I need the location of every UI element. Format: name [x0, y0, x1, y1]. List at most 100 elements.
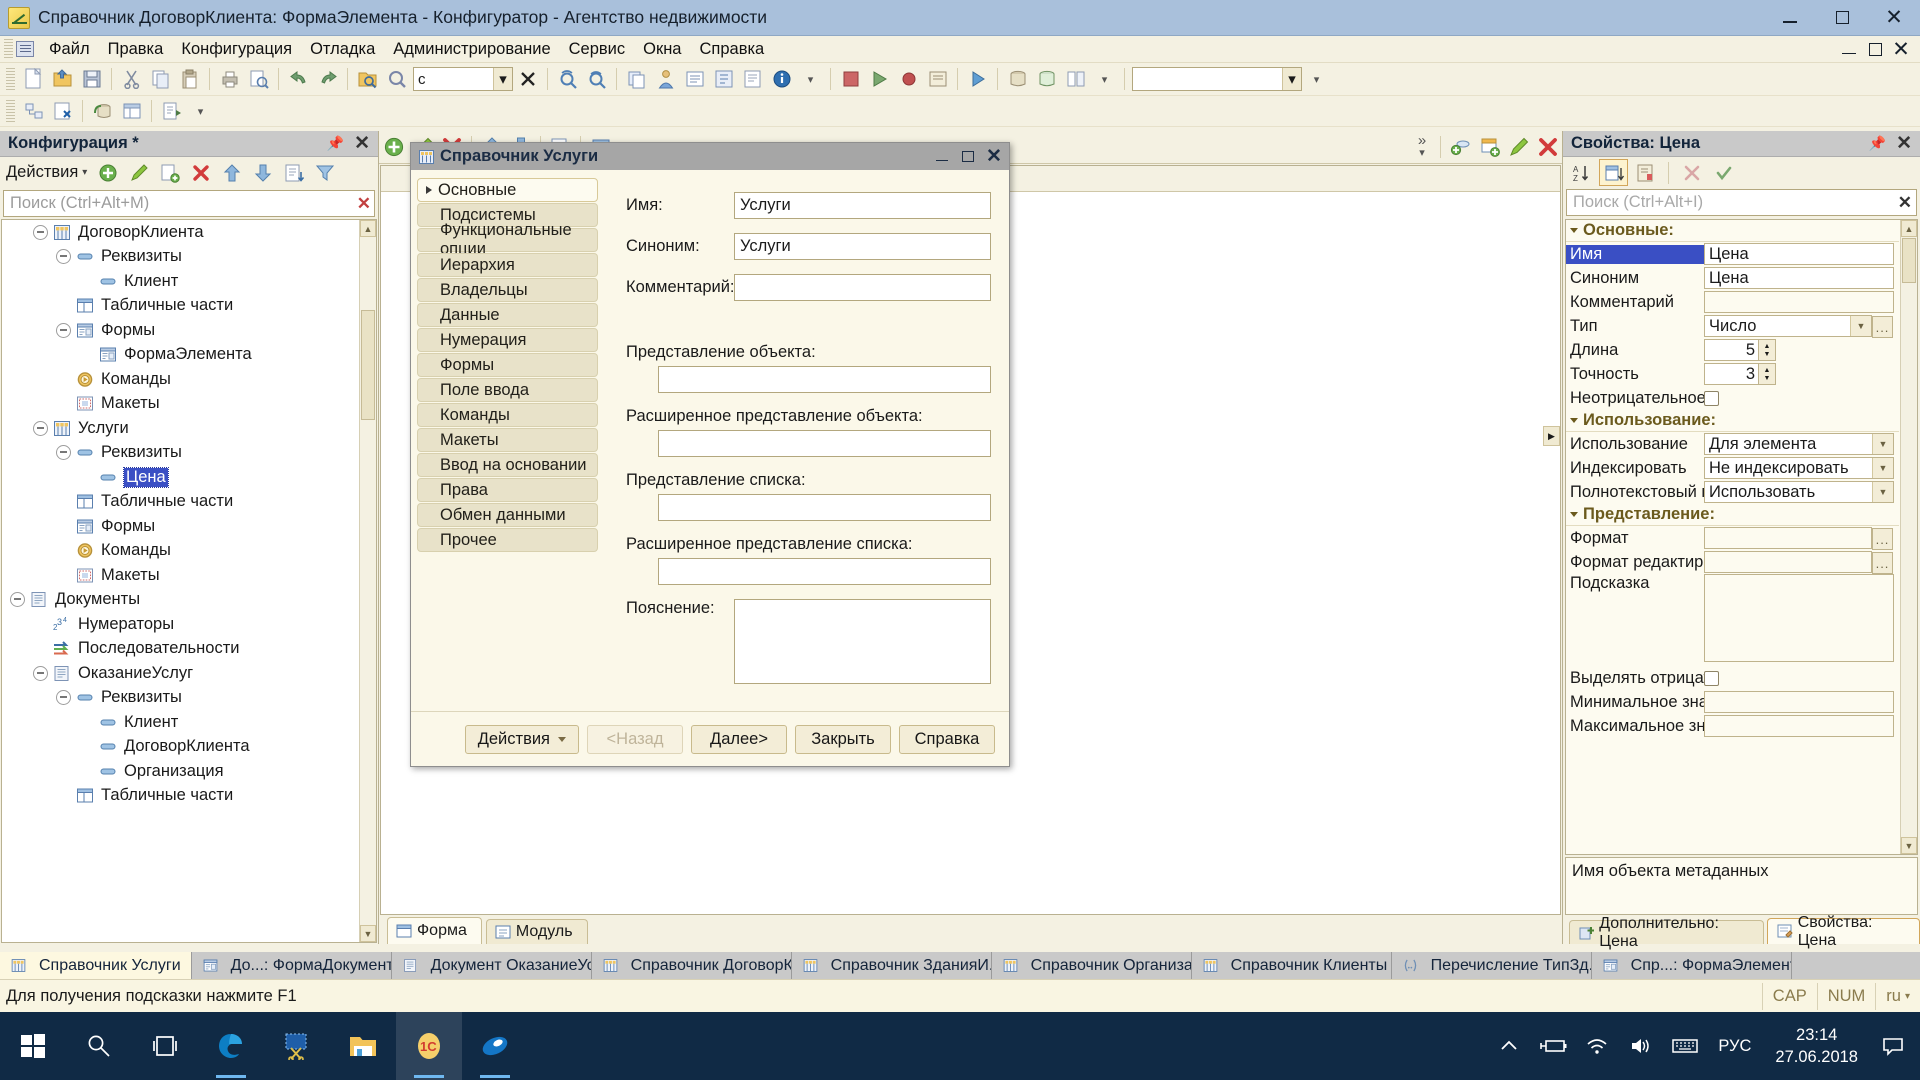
tree-collapse-icon[interactable] — [56, 690, 71, 706]
property-row[interactable]: Максимальное значение — [1566, 714, 1899, 738]
property-spinner[interactable]: 5 ▲ ▼ — [1704, 339, 1776, 361]
dialog-close-button[interactable]: ✕ — [981, 144, 1007, 169]
attribute-edit-icon[interactable] — [1504, 134, 1533, 161]
show-all-properties-icon[interactable] — [1631, 159, 1660, 186]
new-file-icon[interactable] — [19, 66, 48, 93]
close-button[interactable]: ✕ — [1868, 0, 1920, 36]
properties-scrollbar[interactable]: ▲ ▼ — [1900, 220, 1917, 854]
clear-search-icon[interactable] — [513, 66, 542, 93]
menu-item-configuration[interactable]: Конфигурация — [172, 37, 301, 62]
tree-item-табличные-части[interactable]: Табличные части — [2, 784, 376, 809]
function-combo-arrow[interactable]: ▾ — [1282, 68, 1301, 90]
attribute-delete-icon[interactable] — [1533, 134, 1562, 161]
property-row[interactable]: Подсказка — [1566, 574, 1899, 666]
window-tab[interactable]: Справочник Услуги — [0, 952, 192, 979]
dialog-minimize-button[interactable] — [929, 144, 955, 169]
editor-toolbar-overflow-icon[interactable]: » ▾ — [1409, 132, 1435, 162]
properties-group-header[interactable]: Представление: — [1566, 504, 1899, 526]
configuration-tree-scrollbar[interactable]: ▲ ▼ — [359, 220, 376, 942]
snipping-tool-button[interactable] — [264, 1012, 330, 1080]
property-row[interactable]: Комментарий — [1566, 290, 1899, 314]
tree-item-услуги[interactable]: Услуги — [2, 416, 376, 441]
pin-icon[interactable]: 📌 — [327, 135, 344, 152]
property-value[interactable]: ... — [1704, 527, 1893, 550]
dialog-close-action-button[interactable]: Закрыть — [795, 724, 891, 754]
copy-selection-icon[interactable] — [622, 66, 651, 93]
find-previous-icon[interactable] — [553, 66, 582, 93]
menu-item-service[interactable]: Сервис — [560, 37, 635, 62]
property-row[interactable]: Полнотекстовый поискИспользовать▼ — [1566, 480, 1899, 504]
run-doc-dropdown-icon[interactable]: ▾ — [186, 98, 215, 125]
field-list-representation-input[interactable] — [658, 494, 991, 521]
property-value[interactable] — [1704, 715, 1894, 737]
tree-scroll-up-icon[interactable]: ▲ — [360, 220, 376, 237]
dialog-nav-данные[interactable]: Данные — [417, 303, 598, 327]
tree-item-клиент[interactable]: Клиент — [2, 269, 376, 294]
tab-module[interactable]: Модуль — [485, 919, 588, 944]
delete-object-icon[interactable] — [48, 98, 77, 125]
configuration-search-input[interactable]: Поиск (Ctrl+Alt+M) ✕ — [3, 190, 375, 217]
configuration-search-clear-icon[interactable]: ✕ — [357, 194, 371, 214]
tree-item-табличные-части[interactable]: Табличные части — [2, 294, 376, 319]
menu-grip[interactable] — [4, 39, 13, 59]
tree-item-цена[interactable]: Цена — [2, 465, 376, 490]
print-icon[interactable] — [215, 66, 244, 93]
tab-properties[interactable]: Свойства: Цена — [1767, 914, 1920, 949]
window-tab[interactable]: Документ ОказаниеУс... — [392, 952, 592, 979]
configuration-tree[interactable]: ДоговорКлиента Реквизиты Клиент Табличные ч… — [1, 219, 377, 943]
mdi-restore-button[interactable] — [1862, 37, 1888, 61]
property-row[interactable]: Выделять отрицательные — [1566, 666, 1899, 690]
taskbar-search-button[interactable] — [66, 1012, 132, 1080]
tabular-add-icon[interactable] — [1475, 134, 1504, 161]
window-tab[interactable]: Справочник Организа... — [992, 952, 1192, 979]
window-tab[interactable]: Перечисление ТипЗд... — [1392, 952, 1592, 979]
status-language-indicator[interactable]: ru ▾ — [1875, 982, 1920, 1010]
print-preview-icon[interactable] — [244, 66, 273, 93]
secondary-toolbar-grip[interactable] — [6, 100, 15, 122]
window-tab[interactable]: Спр...: ФормаЭлемента — [1592, 952, 1792, 979]
breakpoint-icon[interactable] — [894, 66, 923, 93]
cancel-edit-icon[interactable] — [1677, 159, 1706, 186]
search-icon[interactable] — [382, 66, 411, 93]
dialog-nav-основные[interactable]: Основные — [417, 178, 598, 202]
restore-db-icon[interactable] — [88, 98, 117, 125]
property-spinner-buttons[interactable]: ▲ ▼ — [1759, 363, 1776, 385]
taskbar-clock[interactable]: 23:14 27.06.2018 — [1763, 1024, 1870, 1069]
property-value[interactable]: Цена — [1704, 267, 1894, 289]
syntax-helper-icon[interactable] — [709, 66, 738, 93]
wifi-icon[interactable] — [1576, 1012, 1618, 1080]
field-comment-input[interactable] — [734, 274, 991, 301]
dialog-next-button[interactable]: Далее> — [691, 724, 787, 754]
property-spinner-value[interactable]: 5 — [1704, 339, 1759, 361]
dialog-nav-владельцы[interactable]: Владельцы — [417, 278, 598, 302]
tree-item-последовательности[interactable]: Последовательности — [2, 637, 376, 662]
property-ellipsis-button[interactable]: ... — [1872, 316, 1893, 338]
tree-collapse-icon[interactable] — [33, 420, 48, 436]
tree-item-договорклиента[interactable]: ДоговорКлиента — [2, 220, 376, 245]
find-next-icon[interactable] — [582, 66, 611, 93]
config-tree-icon[interactable] — [680, 66, 709, 93]
tree-item-организация[interactable]: Организация — [2, 759, 376, 784]
editor-grid-scroll-right-icon[interactable]: ▶ — [1543, 426, 1560, 446]
dialog-nav-поле-ввода[interactable]: Поле ввода — [417, 378, 598, 402]
copy-icon[interactable] — [146, 66, 175, 93]
properties-scroll-up-icon[interactable]: ▲ — [1901, 220, 1917, 237]
dialog-nav-макеты[interactable]: Макеты — [417, 428, 598, 452]
taskbar-language[interactable]: РУС — [1708, 1037, 1761, 1056]
cut-icon[interactable] — [117, 66, 146, 93]
notifications-icon[interactable] — [1872, 1012, 1914, 1080]
window-tab[interactable]: До...: ФормаДокумента — [192, 952, 392, 979]
tree-item-команды[interactable]: Команды — [2, 367, 376, 392]
dialog-actions-button[interactable]: Действия — [464, 724, 579, 754]
tree-collapse-icon[interactable] — [33, 224, 48, 240]
property-ellipsis-button[interactable]: ... — [1872, 528, 1893, 550]
tree-item-макеты[interactable]: Макеты — [2, 392, 376, 417]
property-value[interactable] — [1704, 691, 1894, 713]
move-down-icon[interactable] — [248, 159, 277, 186]
table-view-icon[interactable] — [117, 98, 146, 125]
tree-collapse-icon[interactable] — [56, 322, 71, 338]
properties-scroll-thumb[interactable] — [1902, 238, 1916, 283]
field-extended-list-representation-input[interactable] — [658, 558, 991, 585]
dialog-nav-функциональные-опции[interactable]: Функциональные опции — [417, 221, 598, 258]
copy-object-icon[interactable] — [155, 159, 184, 186]
